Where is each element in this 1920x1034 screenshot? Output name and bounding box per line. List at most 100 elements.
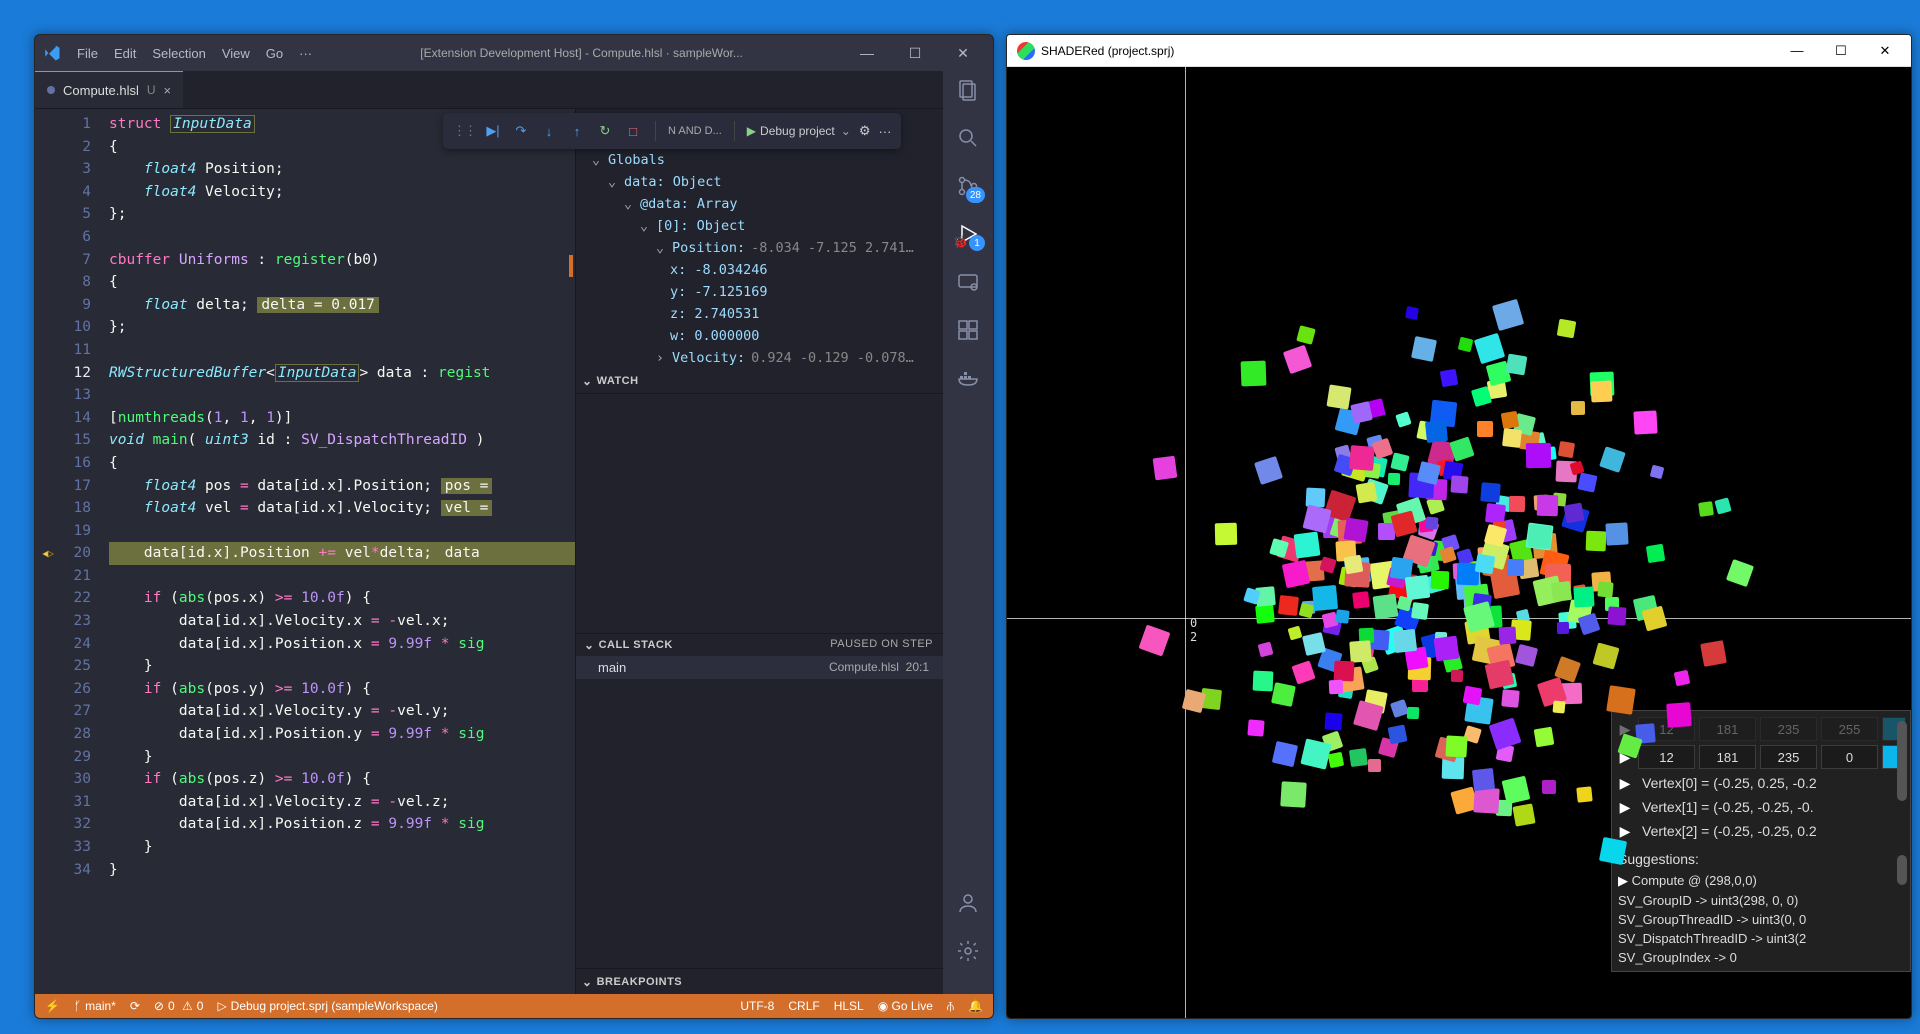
account-icon[interactable] [955, 890, 981, 916]
callstack-frame[interactable]: main Compute.hlsl 20:1 [576, 656, 943, 679]
watch-body[interactable] [576, 393, 943, 633]
continue-icon[interactable]: ▶| [483, 123, 503, 139]
code-line[interactable]: data[id.x].Velocity.x = -vel.x; [109, 610, 575, 633]
step-out-icon[interactable]: ↑ [567, 124, 587, 139]
vertex-row[interactable]: ▶Vertex[1] = (-0.25, -0.25, -0. [1616, 795, 1906, 819]
menu-···[interactable]: ··· [299, 46, 312, 61]
eol[interactable]: CRLF [788, 999, 819, 1014]
pixel-inspect-panel[interactable]: ▶12181235255▶121812350 ▶Vertex[0] = (-0.… [1611, 710, 1911, 972]
suggestion-row[interactable]: Compute @ (298,0,0) [1616, 871, 1906, 891]
var-adata[interactable]: @data: Array [640, 196, 738, 212]
code-line[interactable]: { [109, 452, 575, 475]
code-line[interactable]: void main( uint3 id : SV_DispatchThreadI… [109, 429, 575, 452]
menu-file[interactable]: File [77, 46, 98, 61]
code-line[interactable] [109, 226, 575, 249]
docker-icon[interactable] [955, 365, 981, 391]
breakpoints-section-header[interactable]: ⌄ BREAKPOINTS [576, 968, 943, 994]
source-control-icon[interactable]: 28 [955, 173, 981, 199]
tab-close-icon[interactable]: × [164, 83, 172, 98]
code-line[interactable] [109, 520, 575, 543]
settings-gear-icon[interactable] [955, 938, 981, 964]
code-line[interactable]: }; [109, 203, 575, 226]
code-line[interactable]: }; [109, 316, 575, 339]
vertex-row[interactable]: ▶Vertex[2] = (-0.25, -0.25, 0.2 [1616, 819, 1906, 843]
watch-section-header[interactable]: ⌄ WATCH [576, 369, 943, 393]
vertex-row[interactable]: ▶Vertex[0] = (-0.25, 0.25, -0.2 [1616, 771, 1906, 795]
code-line[interactable] [109, 565, 575, 588]
encoding[interactable]: UTF-8 [740, 999, 774, 1014]
code-line[interactable]: data[id.x].Position += vel*delta; data [109, 542, 575, 565]
var-velocity[interactable]: Velocity: [672, 350, 745, 366]
code-line[interactable]: } [109, 836, 575, 859]
shadered-viewport[interactable]: 0 2 ▶12181235255▶121812350 ▶Vertex[0] = … [1007, 67, 1911, 1018]
code-area[interactable]: struct InputData{ float4 Position; float… [99, 109, 575, 994]
code-line[interactable]: if (abs(pos.y) >= 10.0f) { [109, 678, 575, 701]
code-line[interactable] [109, 384, 575, 407]
remote-indicator[interactable]: ⚡ [45, 999, 60, 1013]
notifications-icon[interactable]: 🔔 [968, 999, 983, 1014]
pixel-row[interactable]: ▶121812350 [1616, 743, 1906, 771]
code-line[interactable]: data[id.x].Position.x = 9.99f * sig [109, 633, 575, 656]
language-mode[interactable]: HLSL [834, 999, 864, 1014]
menu-selection[interactable]: Selection [152, 46, 205, 61]
scope-globals[interactable]: Globals [608, 152, 665, 168]
feedback-icon[interactable]: ⫚ [947, 999, 954, 1014]
breakpoint-icon[interactable] [41, 546, 55, 560]
code-line[interactable]: data[id.x].Position.y = 9.99f * sig [109, 723, 575, 746]
play-icon[interactable]: ▶ [1616, 799, 1634, 816]
callstack-section[interactable]: ⌄ CALL STACK PAUSED ON STEP main Compute… [576, 633, 943, 968]
more-icon[interactable]: ··· [878, 124, 891, 139]
maximize-button[interactable]: ☐ [899, 45, 931, 62]
search-icon[interactable] [955, 125, 981, 151]
code-line[interactable]: float4 vel = data[id.x].Velocity; vel = [109, 497, 575, 520]
code-line[interactable]: } [109, 655, 575, 678]
code-line[interactable]: float4 Velocity; [109, 181, 575, 204]
menu-view[interactable]: View [222, 46, 250, 61]
go-live[interactable]: ◉ Go Live [878, 999, 933, 1014]
code-line[interactable]: data[id.x].Velocity.z = -vel.z; [109, 791, 575, 814]
code-line[interactable]: if (abs(pos.x) >= 10.0f) { [109, 587, 575, 610]
panel-scrollbar[interactable] [1897, 715, 1907, 967]
code-line[interactable]: [numthreads(1, 1, 1)] [109, 407, 575, 430]
var-position[interactable]: Position: [672, 240, 745, 256]
step-over-icon[interactable]: ↷ [511, 123, 531, 139]
explorer-icon[interactable] [955, 77, 981, 103]
stop-icon[interactable]: □ [623, 124, 643, 139]
var-data[interactable]: data: Object [624, 174, 722, 190]
run-debug-icon[interactable]: 🐞1 [955, 221, 981, 247]
code-line[interactable]: float4 Position; [109, 158, 575, 181]
code-line[interactable]: float delta; delta = 0.017 [109, 294, 575, 317]
gear-icon[interactable]: ⚙ [859, 123, 871, 139]
variables-tree[interactable]: ⌄Globals ⌄data: Object ⌄@data: Array ⌄[0… [576, 149, 943, 369]
minimize-button[interactable]: — [1775, 37, 1819, 65]
close-button[interactable]: ✕ [947, 45, 979, 62]
close-button[interactable]: ✕ [1863, 37, 1907, 65]
restart-icon[interactable]: ↻ [595, 123, 615, 139]
code-line[interactable]: data[id.x].Position.z = 9.99f * sig [109, 813, 575, 836]
var-idx0[interactable]: [0]: Object [656, 218, 745, 234]
step-into-icon[interactable]: ↓ [539, 124, 559, 139]
problems[interactable]: ⊘ 0 ⚠ 0 [154, 999, 204, 1013]
menu-edit[interactable]: Edit [114, 46, 136, 61]
breakpoint-gutter[interactable] [35, 109, 61, 994]
debug-status[interactable]: ▷ Debug project.sprj (sampleWorkspace) [217, 999, 437, 1013]
code-line[interactable]: float4 pos = data[id.x].Position; pos = [109, 475, 575, 498]
menu-go[interactable]: Go [266, 46, 283, 61]
play-icon[interactable]: ▶ [1616, 775, 1634, 792]
maximize-button[interactable]: ☐ [1819, 37, 1863, 65]
minimize-button[interactable]: — [851, 45, 883, 62]
shadered-titlebar[interactable]: SHADERed (project.sprj) — ☐ ✕ [1007, 35, 1911, 67]
debug-config-select[interactable]: N AND D... [668, 125, 722, 137]
code-line[interactable]: } [109, 746, 575, 769]
git-branch[interactable]: ᚶ main* [74, 999, 116, 1013]
git-sync[interactable]: ⟳ [130, 999, 140, 1013]
launch-select[interactable]: Debug project [747, 124, 851, 138]
extensions-icon[interactable] [955, 317, 981, 343]
code-line[interactable]: data[id.x].Velocity.y = -vel.y; [109, 700, 575, 723]
code-line[interactable]: { [109, 271, 575, 294]
debug-toolbar[interactable]: ⋮⋮ ▶| ↷ ↓ ↑ ↻ □ N AND D... Debug project… [443, 113, 901, 149]
code-line[interactable]: RWStructuredBuffer<InputData> data : reg… [109, 362, 575, 385]
code-line[interactable]: } [109, 859, 575, 882]
vscode-titlebar[interactable]: FileEditSelectionViewGo··· [Extension De… [35, 35, 993, 71]
code-editor[interactable]: 1234567891011121314151617181920212223242… [35, 109, 575, 994]
